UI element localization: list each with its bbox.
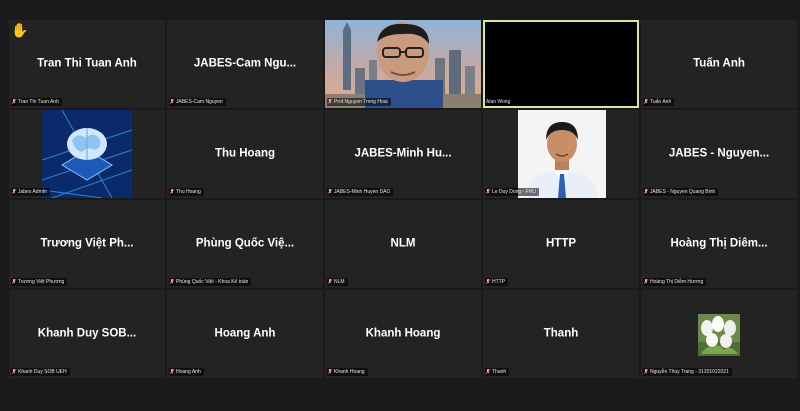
participant-label: Thu Hoang	[169, 188, 204, 196]
participant-name: Khanh Hoang	[365, 327, 441, 340]
participant-label: Nguyễn Thùy Trang - 31201022021	[643, 368, 732, 376]
participant-tile[interactable]: Le Duy Dong - FHU	[483, 110, 639, 198]
participant-tile-video[interactable]: Prof.Nguyen Trong Hoai	[325, 20, 481, 108]
mic-muted-icon	[170, 369, 174, 375]
flowers-avatar	[698, 314, 740, 356]
mic-muted-icon	[328, 99, 332, 105]
participant-name: Khanh Duy SOB...	[37, 327, 137, 340]
participant-name: Thu Hoang	[214, 147, 276, 160]
participant-name: JABES-Cam Ngu...	[193, 57, 297, 70]
mic-muted-icon	[328, 279, 332, 285]
mic-muted-icon	[328, 189, 332, 195]
participant-label: JABES-Minh Huyen DAO	[327, 188, 394, 196]
participant-label: JABES-Cam Nguyen	[169, 98, 226, 106]
mic-muted-icon	[486, 369, 490, 375]
participant-label: Phùng Quốc Việt - Khoa Kế toán	[169, 278, 252, 286]
participant-tile[interactable]: Hoang Anh Hoang Anh	[167, 290, 323, 378]
participant-grid: ✋ Tran Thi Tuan Anh Tran Thi Tuan Anh JA…	[9, 20, 800, 380]
participant-label: Khanh Duy SOB UEH	[11, 368, 70, 376]
participant-tile[interactable]: Nguyễn Thùy Trang - 31201022021	[641, 290, 797, 378]
mic-muted-icon	[170, 99, 174, 105]
participant-name: Tuấn Anh	[693, 57, 745, 70]
participant-tile[interactable]: JABES - Nguyen... JABES - Nguyen Quang B…	[641, 110, 797, 198]
participant-tile[interactable]: HTTP HTTP	[483, 200, 639, 288]
mic-muted-icon	[486, 279, 490, 285]
avatar	[42, 110, 132, 198]
mic-muted-icon	[170, 189, 174, 195]
participant-tile[interactable]: Trương Việt Ph... Trương Việt Phương	[9, 200, 165, 288]
participant-label: Trương Việt Phương	[11, 278, 68, 286]
participant-tile-active-speaker[interactable]: Alan Wong	[483, 20, 639, 108]
participant-tile[interactable]: Jabes Admin	[9, 110, 165, 198]
mic-muted-icon	[170, 279, 174, 285]
participant-name: Thanh	[543, 327, 579, 340]
participant-name: JABES-Minh Hu...	[354, 147, 452, 160]
participant-label: Jabes Admin	[11, 188, 50, 196]
participant-name: Phùng Quốc Việ...	[195, 237, 295, 250]
participant-tile[interactable]: NLM NLM	[325, 200, 481, 288]
participant-tile[interactable]: ✋ Tran Thi Tuan Anh Tran Thi Tuan Anh	[9, 20, 165, 108]
participant-tile[interactable]: Khanh Hoang Khanh Hoang	[325, 290, 481, 378]
mic-muted-icon	[12, 189, 16, 195]
participant-name: NLM	[390, 237, 416, 250]
participant-name: Trương Việt Ph...	[40, 237, 134, 250]
mic-muted-icon	[12, 279, 16, 285]
participant-name: Hoang Anh	[214, 327, 276, 340]
participant-name: JABES - Nguyen...	[668, 147, 770, 160]
participant-tile[interactable]: Phùng Quốc Việ... Phùng Quốc Việt - Khoa…	[167, 200, 323, 288]
participant-tile[interactable]: Hoàng Thị Diễm... Hoàng Thị Diễm Hương	[641, 200, 797, 288]
avatar	[698, 314, 740, 356]
participant-name: Tran Thi Tuan Anh	[37, 57, 137, 70]
participant-label: Hoàng Thị Diễm Hương	[643, 278, 707, 286]
participant-label: Alan Wong	[485, 98, 514, 106]
mic-muted-icon	[644, 189, 648, 195]
brain-chip-avatar	[42, 110, 132, 198]
mic-muted-icon	[644, 279, 648, 285]
mic-muted-icon	[12, 369, 16, 375]
participant-label: JABES - Nguyen Quang Binh	[643, 188, 719, 196]
avatar	[518, 110, 606, 198]
portrait-avatar	[518, 110, 606, 198]
city-skyline-video	[325, 20, 481, 108]
mic-muted-icon	[486, 189, 490, 195]
participant-tile[interactable]: Khanh Duy SOB... Khanh Duy SOB UEH	[9, 290, 165, 378]
video-gallery: ✋ Tran Thi Tuan Anh Tran Thi Tuan Anh JA…	[0, 0, 800, 411]
participant-tile[interactable]: Tuấn Anh Tuấn Anh	[641, 20, 797, 108]
participant-label: Khanh Hoang	[327, 368, 368, 376]
participant-video	[325, 20, 481, 108]
participant-tile[interactable]: Thanh Thanh	[483, 290, 639, 378]
participant-tile[interactable]: Thu Hoang Thu Hoang	[167, 110, 323, 198]
mic-muted-icon	[12, 99, 16, 105]
participant-tile[interactable]: JABES-Cam Ngu... JABES-Cam Nguyen	[167, 20, 323, 108]
participant-name: Hoàng Thị Diễm...	[670, 237, 768, 250]
participant-label: Prof.Nguyen Trong Hoai	[327, 98, 391, 106]
participant-tile[interactable]: JABES-Minh Hu... JABES-Minh Huyen DAO	[325, 110, 481, 198]
participant-name: HTTP	[545, 237, 577, 250]
participant-label: Thanh	[485, 368, 510, 376]
participant-label: HTTP	[485, 278, 509, 286]
mic-muted-icon	[644, 369, 648, 375]
participant-label: Hoang Anh	[169, 368, 204, 376]
participant-label: NLM	[327, 278, 348, 286]
raised-hand-icon: ✋	[11, 22, 29, 38]
participant-label: Tuấn Anh	[643, 98, 675, 106]
mic-muted-icon	[328, 369, 332, 375]
participant-label: Le Duy Dong - FHU	[485, 188, 539, 196]
mic-muted-icon	[644, 99, 648, 105]
participant-label: Tran Thi Tuan Anh	[11, 98, 62, 106]
